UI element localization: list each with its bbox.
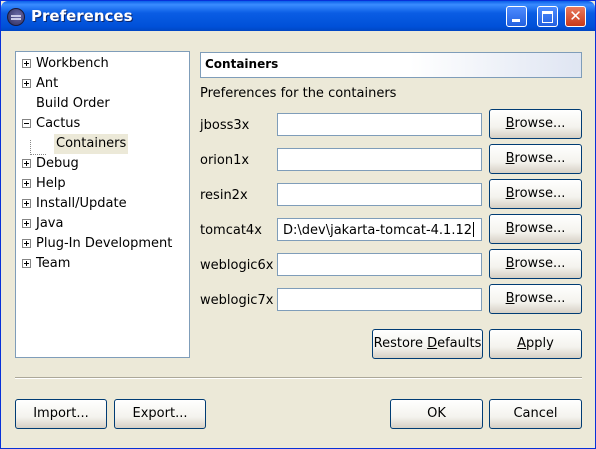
container-label-resin2x: resin2x [200, 188, 248, 203]
container-path-orion1x[interactable] [277, 148, 482, 171]
tree-item-label: Cactus [36, 116, 81, 131]
browse-button-orion1x[interactable]: Browse... [489, 144, 582, 174]
container-label-orion1x: orion1x [200, 153, 250, 168]
tree-item-label: Java [36, 216, 64, 231]
ok-button[interactable]: OK [390, 399, 483, 429]
close-button[interactable]: ✕ [565, 6, 586, 27]
maximize-button[interactable] [537, 6, 558, 27]
preferences-tree[interactable]: Workbench Ant Build Order Cactus Contain… [15, 51, 190, 358]
expand-icon[interactable] [22, 239, 31, 248]
page-description: Preferences for the containers [200, 86, 397, 101]
window-title: Preferences [31, 7, 133, 25]
tree-item-label: Plug-In Development [36, 236, 173, 251]
container-label-weblogic6x: weblogic6x [200, 258, 274, 273]
container-path-jboss3x[interactable] [277, 113, 482, 136]
container-path-weblogic6x[interactable] [277, 253, 482, 276]
container-label-tomcat4x: tomcat4x [200, 223, 262, 238]
browse-button-resin2x[interactable]: Browse... [489, 179, 582, 209]
page-title: Containers [205, 57, 279, 71]
expand-icon[interactable] [22, 159, 31, 168]
browse-button-tomcat4x[interactable]: Browse... [489, 214, 582, 244]
tree-item-label: Install/Update [36, 196, 127, 211]
browse-button-weblogic7x[interactable]: Browse... [489, 284, 582, 314]
eclipse-icon [7, 8, 25, 26]
expand-icon[interactable] [22, 79, 31, 88]
container-label-jboss3x: jboss3x [200, 118, 250, 133]
page-title-bar: Containers [200, 52, 582, 78]
expand-icon[interactable] [22, 59, 31, 68]
tree-item-label: Debug [36, 156, 79, 171]
title-bar[interactable]: Preferences ✕ [1, 1, 595, 31]
text-cursor [473, 222, 475, 237]
container-path-resin2x[interactable] [277, 183, 482, 206]
container-label-weblogic7x: weblogic7x [200, 293, 274, 308]
tree-item-label: Team [36, 256, 71, 271]
expand-icon[interactable] [22, 179, 31, 188]
expand-icon[interactable] [22, 259, 31, 268]
expand-icon[interactable] [22, 199, 31, 208]
cancel-button[interactable]: Cancel [489, 399, 582, 429]
footer-separator [15, 377, 582, 379]
container-path-tomcat4x[interactable]: D:\dev\jakarta-tomcat-4.1.12 [277, 218, 482, 241]
browse-button-jboss3x[interactable]: Browse... [489, 109, 582, 139]
tree-item-label: Containers [54, 134, 129, 154]
apply-button[interactable]: Apply [489, 329, 582, 359]
tree-item-label: Build Order [36, 96, 110, 111]
collapse-icon[interactable] [22, 119, 31, 128]
container-path-weblogic7x[interactable] [277, 288, 482, 311]
browse-button-weblogic6x[interactable]: Browse... [489, 249, 582, 279]
export-button[interactable]: Export... [114, 399, 206, 429]
preferences-window: Preferences ✕ Workbench Ant Build Order … [0, 0, 596, 449]
restore-defaults-button[interactable]: Restore Defaults [372, 329, 483, 359]
import-button[interactable]: Import... [15, 399, 107, 429]
tree-item-label: Workbench [36, 56, 109, 71]
minimize-button[interactable] [506, 6, 527, 27]
tree-connector [30, 140, 32, 155]
tree-item-label: Ant [36, 76, 59, 91]
expand-icon[interactable] [22, 219, 31, 228]
field-value: D:\dev\jakarta-tomcat-4.1.12 [283, 223, 473, 238]
tree-item-label: Help [36, 176, 66, 191]
